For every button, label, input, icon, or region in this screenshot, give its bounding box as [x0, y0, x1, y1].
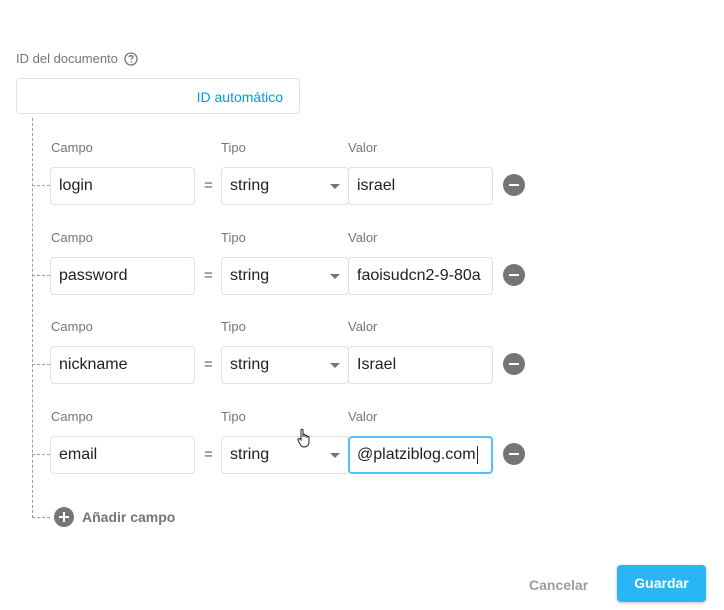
field-value-input[interactable]: @platziblog.com	[348, 436, 493, 474]
type-select-value: string	[230, 267, 270, 284]
equals-sign: =	[204, 267, 213, 284]
value-column-label: Valor	[348, 230, 378, 245]
hand-cursor-icon	[296, 428, 312, 448]
tree-branch	[32, 185, 50, 186]
tree-branch	[32, 454, 50, 455]
equals-sign: =	[204, 356, 213, 373]
tree-branch	[32, 364, 50, 365]
dropdown-arrow-icon	[330, 184, 340, 189]
field-value-input[interactable]: Israel	[348, 346, 493, 384]
field-value-input[interactable]: faoisudcn2-9-80a	[348, 257, 493, 295]
field-value-input[interactable]: israel	[348, 167, 493, 205]
field-name-input[interactable]: email	[50, 436, 195, 474]
equals-sign: =	[204, 177, 213, 194]
add-field-label: Añadir campo	[82, 509, 176, 525]
help-icon[interactable]	[124, 51, 138, 66]
value-column-label: Valor	[348, 319, 378, 334]
remove-field-icon[interactable]	[503, 353, 525, 375]
remove-field-icon[interactable]	[503, 264, 525, 286]
text-caret	[476, 445, 478, 464]
type-select[interactable]: string	[221, 346, 349, 384]
field-column-label: Campo	[51, 319, 93, 334]
tree-branch	[32, 517, 50, 518]
value-column-label: Valor	[348, 409, 378, 424]
field-column-label: Campo	[51, 230, 93, 245]
add-field-button[interactable]: Añadir campo	[54, 507, 175, 527]
field-name-input[interactable]: nickname	[50, 346, 195, 384]
field-name-input[interactable]: login	[50, 167, 195, 205]
field-name-input[interactable]: password	[50, 257, 195, 295]
type-select[interactable]: string	[221, 436, 349, 474]
remove-field-icon[interactable]	[503, 174, 525, 196]
document-id-header: ID del documento	[16, 51, 138, 66]
type-select[interactable]: string	[221, 167, 349, 205]
field-column-label: Campo	[51, 140, 93, 155]
auto-id-button[interactable]: ID automático	[197, 89, 283, 105]
type-select[interactable]: string	[221, 257, 349, 295]
field-value-text: @platziblog.com	[357, 446, 476, 463]
field-column-label: Campo	[51, 409, 93, 424]
tree-connector	[32, 118, 33, 518]
document-id-field[interactable]: ID automático	[16, 78, 300, 114]
remove-field-icon[interactable]	[503, 443, 525, 465]
type-select-value: string	[230, 446, 270, 463]
type-select-value: string	[230, 356, 270, 373]
dropdown-arrow-icon	[330, 274, 340, 279]
value-column-label: Valor	[348, 140, 378, 155]
cancel-button[interactable]: Cancelar	[521, 570, 596, 600]
save-button[interactable]: Guardar	[617, 565, 706, 602]
type-column-label: Tipo	[221, 140, 246, 155]
tree-branch	[32, 275, 50, 276]
add-icon	[54, 507, 74, 527]
type-column-label: Tipo	[221, 319, 246, 334]
type-column-label: Tipo	[221, 230, 246, 245]
dropdown-arrow-icon	[330, 453, 340, 458]
dropdown-arrow-icon	[330, 363, 340, 368]
equals-sign: =	[204, 446, 213, 463]
document-id-label: ID del documento	[16, 51, 118, 66]
type-select-value: string	[230, 177, 270, 194]
type-column-label: Tipo	[221, 409, 246, 424]
